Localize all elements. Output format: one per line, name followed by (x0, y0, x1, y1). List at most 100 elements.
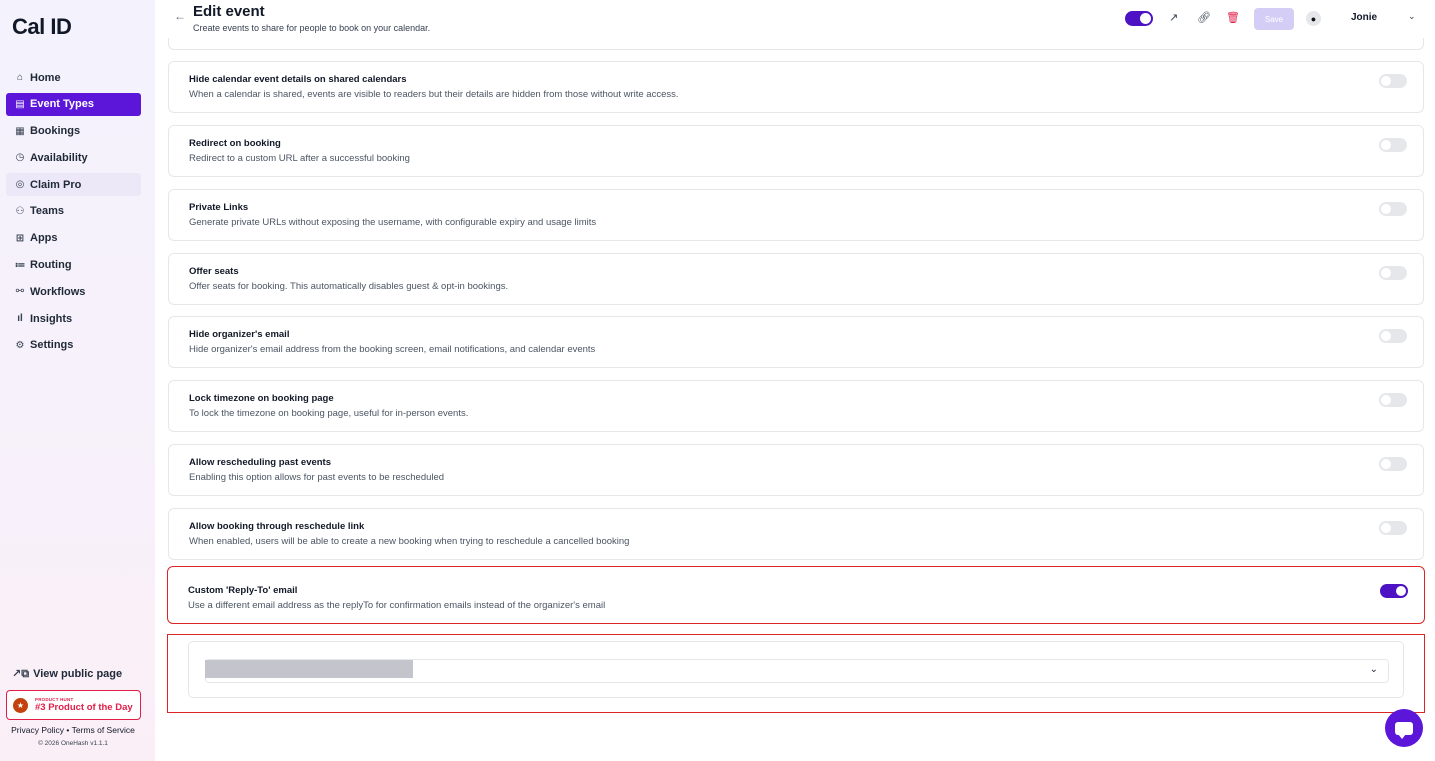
sidebar-item-bookings[interactable]: ▦ Bookings (6, 120, 141, 143)
setting-card: Allow booking through reschedule link Whe… (168, 508, 1424, 560)
chevron-down-icon[interactable]: ⌄ (1408, 11, 1416, 22)
setting-toggle[interactable] (1379, 393, 1407, 407)
setting-toggle[interactable] (1379, 138, 1407, 152)
sidebar-item-apps[interactable]: ⊞ Apps (6, 227, 141, 250)
sidebar: Cal ID ⌂ Home ▤ Event Types ▦ Bookings ◷ Availa… (0, 0, 155, 761)
sidebar-item-label: Availability (30, 151, 88, 164)
setting-title: Allow booking through reschedule link (189, 521, 365, 532)
setting-toggle[interactable] (1379, 457, 1407, 471)
sidebar-item-label: Claim Pro (30, 178, 82, 191)
sidebar-item-label: Home (30, 71, 61, 84)
select-value-redacted (205, 660, 413, 678)
workflow-icon: ⚯ (15, 286, 25, 298)
setting-toggle[interactable] (1379, 202, 1407, 216)
badge-icon: ◎ (15, 179, 25, 191)
bar-chart-icon: ıl (17, 313, 23, 325)
setting-toggle[interactable] (1379, 74, 1407, 88)
gear-icon: ⚙ (15, 339, 25, 351)
setting-card: Hide calendar event details on shared ca… (168, 61, 1424, 113)
page-subtitle: Create events to share for people to boo… (193, 23, 431, 33)
avatar[interactable]: ● (1306, 11, 1321, 26)
setting-description: When a calendar is shared, events are vi… (189, 89, 679, 100)
setting-title: Custom 'Reply-To' email (188, 585, 298, 596)
setting-card: Redirect on booking Redirect to a custom … (168, 125, 1424, 177)
sidebar-item-label: Teams (30, 205, 65, 218)
sidebar-item-claim-pro[interactable]: ◎ Claim Pro (6, 173, 141, 197)
event-types-icon: ▤ (15, 98, 25, 110)
sidebar-item-settings[interactable]: ⚙ Settings (6, 334, 141, 357)
setting-description: Offer seats for booking. This automatica… (189, 281, 509, 292)
sidebar-item-label: Settings (30, 339, 74, 352)
setting-description: Enabling this option allows for past eve… (189, 472, 445, 483)
hidden-toggle[interactable] (1125, 11, 1153, 26)
chat-button[interactable] (1385, 709, 1423, 747)
setting-card: Hide organizer's email Hide organizer's e… (168, 316, 1424, 368)
setting-card: Allow rescheduling past events Enabling t… (168, 444, 1424, 496)
back-arrow-icon[interactable]: ← (174, 9, 186, 23)
sidebar-item-label: Event Types (30, 98, 94, 111)
sidebar-item-label: Routing (30, 259, 72, 272)
sidebar-nav: ⌂ Home ▤ Event Types ▦ Bookings ◷ Availability ◎… (6, 66, 141, 361)
user-name[interactable]: Jonie (1351, 12, 1377, 23)
clock-icon: ◷ (15, 152, 25, 164)
setting-toggle[interactable] (1379, 521, 1407, 535)
sidebar-item-event-types[interactable]: ▤ Event Types (6, 92, 141, 116)
setting-toggle[interactable] (1380, 584, 1408, 598)
chevron-down-icon: ⌄ (1369, 664, 1378, 675)
copyright: © 2026 OneHash v1.1.1 (38, 740, 108, 747)
sidebar-item-label: Workflows (30, 285, 86, 298)
app-logo[interactable]: Cal ID (12, 14, 72, 40)
setting-title: Offer seats (189, 266, 239, 277)
legal-links: Privacy Policy • Terms of Service (0, 725, 146, 735)
setting-description: When enabled, users will be able to crea… (189, 536, 630, 547)
users-icon: ⚇ (15, 205, 25, 217)
main-content: Hide calendar event details on shared ca… (155, 0, 1435, 761)
setting-title: Hide calendar event details on shared ca… (189, 74, 407, 85)
sidebar-item-availability[interactable]: ◷ Availability (6, 146, 141, 169)
calendar-icon: ▦ (15, 125, 25, 137)
external-link-icon[interactable]: ↗ (1169, 11, 1178, 24)
setting-toggle[interactable] (1379, 329, 1407, 343)
view-public-page-link[interactable]: ↗⧉ View public page (12, 667, 122, 681)
setting-card: Private Links Generate private URLs witho… (168, 189, 1424, 241)
terms-of-service-link[interactable]: Terms of Service (72, 725, 135, 735)
setting-description: Use a different email address as the rep… (188, 600, 606, 611)
setting-title: Hide organizer's email (189, 329, 290, 340)
setting-description: Generate private URLs without exposing t… (189, 217, 597, 228)
privacy-policy-link[interactable]: Privacy Policy (11, 725, 64, 735)
setting-toggle[interactable] (1379, 266, 1407, 280)
setting-title: Lock timezone on booking page (189, 393, 334, 404)
view-public-label: View public page (33, 668, 123, 680)
page-header: ← Edit event Create events to share for … (155, 0, 1435, 38)
setting-card: Offer seats Offer seats for booking. This… (168, 253, 1424, 305)
save-button[interactable]: Save (1254, 8, 1294, 30)
setting-title: Allow rescheduling past events (189, 457, 332, 468)
setting-title: Redirect on booking (189, 138, 281, 149)
sidebar-item-teams[interactable]: ⚇ Teams (6, 200, 141, 223)
sidebar-item-label: Apps (30, 232, 58, 245)
setting-description: Redirect to a custom URL after a success… (189, 153, 410, 164)
copy-link-icon[interactable]: 🔗︎ (1197, 11, 1211, 24)
sidebar-item-workflows[interactable]: ⚯ Workflows (6, 280, 141, 303)
setting-title: Private Links (189, 202, 249, 213)
sidebar-item-home[interactable]: ⌂ Home (6, 66, 141, 89)
sidebar-item-label: Bookings (30, 125, 81, 138)
home-icon: ⌂ (16, 72, 24, 83)
sidebar-item-insights[interactable]: ıl Insights (6, 307, 141, 330)
chat-icon (1395, 721, 1413, 739)
setting-description: Hide organizer's email address from the … (189, 344, 596, 355)
sidebar-item-label: Insights (30, 312, 73, 325)
product-hunt-badge[interactable]: ★ PRODUCT HUNT #3 Product of the Day (6, 690, 141, 720)
medal-icon: ★ (13, 697, 28, 713)
grid-icon: ⊞ (15, 232, 25, 244)
setting-description: To lock the timezone on booking page, us… (189, 408, 469, 419)
page-title: Edit event (193, 3, 265, 20)
badge-title: #3 Product of the Day (35, 702, 133, 713)
external-link-icon: ↗⧉ (12, 668, 30, 680)
setting-card: Lock timezone on booking page To lock the… (168, 380, 1424, 432)
sidebar-item-routing[interactable]: ≔ Routing (6, 254, 141, 277)
routing-icon: ≔ (14, 259, 26, 271)
trash-icon[interactable]: 🗑︎ (1226, 11, 1240, 24)
setting-card: Custom 'Reply-To' email Use a different e… (167, 566, 1425, 624)
legal-separator: • (66, 725, 70, 735)
